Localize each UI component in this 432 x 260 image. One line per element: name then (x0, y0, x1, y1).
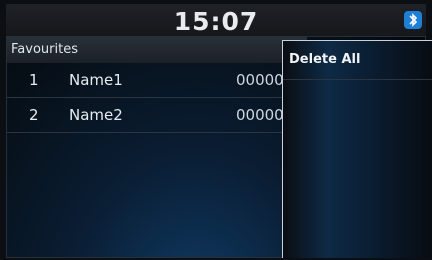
favourite-name: Name1 (69, 71, 123, 89)
favourite-index: 2 (29, 106, 39, 124)
status-bar: 15:07 (6, 4, 426, 36)
delete-all-button[interactable]: Delete All (283, 41, 432, 80)
favourite-number: 00000 (236, 71, 284, 89)
bluetooth-icon (404, 11, 422, 29)
favourite-index: 1 (29, 71, 39, 89)
infotainment-screen: 15:07 Favourites 1 Name1 00000 2 Name2 0… (0, 0, 432, 260)
options-menu: Delete All (282, 40, 432, 258)
favourites-title: Favourites (7, 37, 307, 63)
favourite-name: Name2 (69, 106, 123, 124)
favourite-item[interactable]: 2 Name2 00000 (7, 98, 307, 133)
clock: 15:07 (173, 7, 259, 36)
favourite-number: 00000 (236, 106, 284, 124)
favourites-list: 1 Name1 00000 2 Name2 00000 (7, 63, 307, 133)
favourite-item[interactable]: 1 Name1 00000 (7, 63, 307, 98)
